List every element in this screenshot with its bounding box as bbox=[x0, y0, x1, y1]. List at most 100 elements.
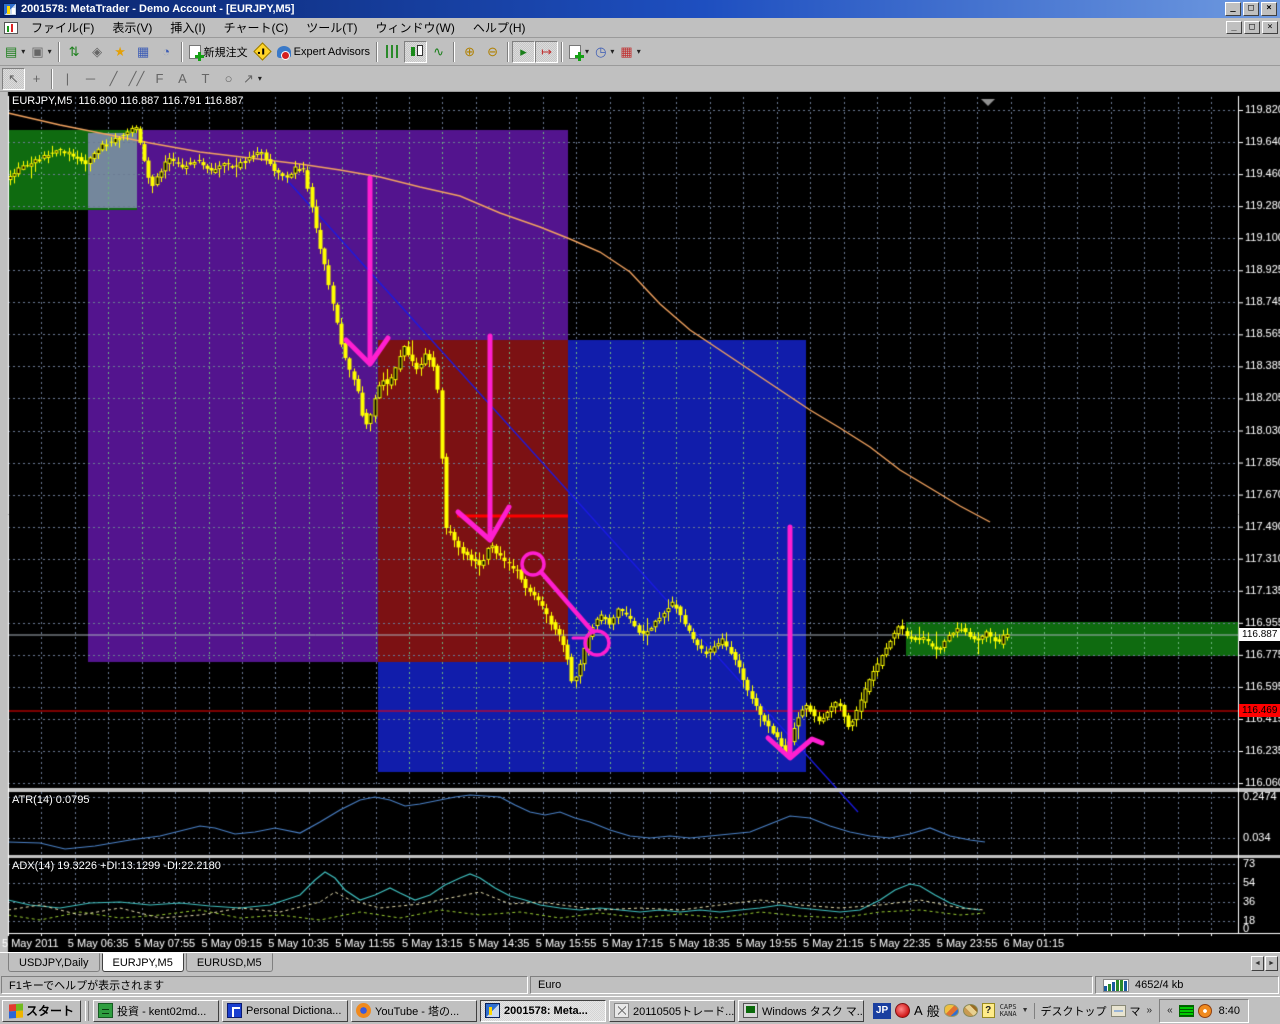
alerts-button[interactable] bbox=[251, 41, 274, 63]
task-pdic[interactable]: Personal Dictiona... bbox=[222, 1000, 348, 1022]
tab-eurjpy-m5[interactable]: EURJPY,M5 bbox=[102, 953, 184, 972]
channel-button[interactable]: ╱╱ bbox=[125, 68, 148, 90]
crosshair-button[interactable]: + bbox=[25, 68, 48, 90]
toolbar-separator bbox=[453, 42, 455, 62]
new-order-button[interactable]: 新規注文 bbox=[186, 41, 251, 63]
task-metatrader[interactable]: 2001578: Meta... bbox=[480, 1000, 606, 1022]
task-youtube[interactable]: YouTube - 塔の... bbox=[351, 1000, 477, 1022]
templates-button[interactable]: ▦▾ bbox=[617, 41, 643, 63]
line-chart-button[interactable]: ∿ bbox=[427, 41, 450, 63]
task-youtube-label: YouTube - 塔の... bbox=[375, 1003, 459, 1019]
trendline-button[interactable]: ╱ bbox=[102, 68, 125, 90]
ellipse-button[interactable]: ○ bbox=[217, 68, 240, 90]
dropdown-arrow-icon: ▾ bbox=[48, 47, 52, 56]
channel-icon: ╱╱ bbox=[129, 71, 145, 87]
crosshair-icon: + bbox=[33, 71, 41, 86]
task-trade-memo-label: 20110505トレード... bbox=[633, 1003, 734, 1019]
toolbar-separator bbox=[561, 42, 563, 62]
ime-help-icon[interactable]: ? bbox=[982, 1003, 995, 1018]
kana-indicator: KANA bbox=[1000, 1011, 1017, 1018]
chart-region: EURJPY,M5 116.800 116.887 116.791 116.88… bbox=[0, 92, 1280, 952]
tray-chevron-icon[interactable]: « bbox=[1165, 1005, 1175, 1016]
menu-insert[interactable]: 挿入(I) bbox=[161, 19, 214, 37]
profiles-button[interactable]: ▣▾ bbox=[28, 41, 54, 63]
auto-scroll-button[interactable]: ▸ bbox=[512, 41, 535, 63]
windows-logo-icon bbox=[9, 1003, 23, 1018]
task-trade-memo-icon bbox=[614, 1003, 629, 1018]
data-center-icon: ★ bbox=[114, 44, 126, 60]
chart-canvas[interactable] bbox=[0, 92, 1280, 952]
ime-options-dropdown[interactable]: ▼ bbox=[1022, 1007, 1029, 1014]
zoom-out-button[interactable]: ⊖ bbox=[481, 41, 504, 63]
bar-chart-button[interactable] bbox=[381, 41, 404, 63]
task-pdic-icon bbox=[227, 1003, 242, 1018]
close-button[interactable]: × bbox=[1261, 2, 1277, 16]
menu-window[interactable]: ウィンドウ(W) bbox=[367, 19, 464, 37]
market-watch-icon: ⇅ bbox=[69, 44, 80, 60]
start-button[interactable]: スタート bbox=[2, 1000, 81, 1022]
desktop-folder-icon[interactable] bbox=[1111, 1005, 1126, 1017]
restore-button[interactable]: □ bbox=[1243, 2, 1259, 16]
zoom-in-button[interactable]: ⊕ bbox=[458, 41, 481, 63]
arrows-button[interactable]: ↗▾ bbox=[240, 68, 265, 90]
menu-bar: ファイル(F)表示(V)挿入(I)チャート(C)ツール(T)ウィンドウ(W)ヘル… bbox=[0, 18, 1280, 38]
cursor-button[interactable]: ↖ bbox=[2, 68, 25, 90]
chart-window-icon[interactable] bbox=[4, 22, 18, 34]
text-button[interactable]: A bbox=[171, 68, 194, 90]
chart-shift-button[interactable]: ↦ bbox=[535, 41, 558, 63]
task-trade-memo[interactable]: 20110505トレード... bbox=[609, 1000, 735, 1022]
menu-tools[interactable]: ツール(T) bbox=[297, 19, 366, 37]
display-tray-icon[interactable] bbox=[1179, 1005, 1194, 1017]
auto-scroll-icon: ▸ bbox=[520, 44, 527, 60]
menu-file[interactable]: ファイル(F) bbox=[22, 19, 103, 37]
ime-language-badge[interactable]: JP bbox=[873, 1003, 891, 1019]
child-restore-button[interactable]: □ bbox=[1244, 21, 1260, 34]
tab-usdjpy-daily[interactable]: USDJPY,Daily bbox=[8, 953, 100, 972]
desktop-chevron-icon[interactable]: » bbox=[1145, 1005, 1155, 1016]
minimize-button[interactable]: _ bbox=[1225, 2, 1241, 16]
indicators-button[interactable]: ▾ bbox=[566, 41, 592, 63]
task-taskmgr[interactable]: Windows タスク マ... bbox=[738, 1000, 864, 1022]
task-invest[interactable]: 投資 - kent02md... bbox=[93, 1000, 219, 1022]
task-pdic-label: Personal Dictiona... bbox=[246, 1005, 341, 1017]
text-label-button[interactable]: T bbox=[194, 68, 217, 90]
menu-chart[interactable]: チャート(C) bbox=[215, 19, 298, 37]
strategy-tester-button[interactable]: ◔ bbox=[155, 41, 178, 63]
connection-signal-icon bbox=[1103, 979, 1129, 992]
updater-tray-icon[interactable] bbox=[1198, 1004, 1212, 1018]
vertical-line-button[interactable]: | bbox=[56, 68, 79, 90]
desktop-toolbar-item[interactable]: マ bbox=[1130, 1003, 1141, 1019]
menu-view[interactable]: 表示(V) bbox=[103, 19, 161, 37]
ime-input-mode[interactable]: A bbox=[914, 1003, 923, 1018]
terminal-button[interactable]: ▦ bbox=[132, 41, 155, 63]
data-center-button[interactable]: ★ bbox=[109, 41, 132, 63]
periods-button[interactable]: ◷▾ bbox=[592, 41, 617, 63]
ime-tools-icon[interactable] bbox=[963, 1004, 978, 1017]
desktop-toolbar-label[interactable]: デスクトップ bbox=[1041, 1003, 1107, 1019]
market-watch-button[interactable]: ⇅ bbox=[63, 41, 86, 63]
chart-shift-icon: ↦ bbox=[541, 44, 552, 60]
tab-eurusd-m5[interactable]: EURUSD,M5 bbox=[186, 953, 273, 972]
new-order-button-label: 新規注文 bbox=[204, 44, 248, 60]
tab-scroll-left-button[interactable]: ◄ bbox=[1251, 956, 1264, 971]
child-minimize-button[interactable]: _ bbox=[1226, 21, 1242, 34]
ime-conversion-mode[interactable]: 般 bbox=[927, 1001, 940, 1020]
toolbar-separator bbox=[51, 69, 53, 89]
candlestick-chart-button[interactable] bbox=[404, 41, 427, 63]
tab-scroll-right-button[interactable]: ► bbox=[1265, 956, 1278, 971]
navigator-button[interactable]: ◈ bbox=[86, 41, 109, 63]
new-chart-button[interactable]: ▤▾ bbox=[2, 41, 28, 63]
task-metatrader-label: 2001578: Meta... bbox=[504, 1005, 588, 1017]
fibonacci-button[interactable]: F bbox=[148, 68, 171, 90]
system-tray: « 8:40 bbox=[1159, 999, 1249, 1023]
quicktime-tray-icon[interactable] bbox=[895, 1003, 910, 1018]
horizontal-line-button[interactable]: ─ bbox=[79, 68, 102, 90]
candlestick-icon bbox=[409, 45, 422, 58]
zoom-out-icon: ⊖ bbox=[487, 44, 498, 60]
taskbar-grip bbox=[85, 1001, 89, 1021]
ime-pad-icon[interactable] bbox=[944, 1004, 959, 1017]
menu-help[interactable]: ヘルプ(H) bbox=[464, 19, 535, 37]
expert-advisors-button[interactable]: Expert Advisors bbox=[274, 41, 373, 63]
child-close-button[interactable]: × bbox=[1262, 21, 1278, 34]
toolbar-separator bbox=[58, 42, 60, 62]
